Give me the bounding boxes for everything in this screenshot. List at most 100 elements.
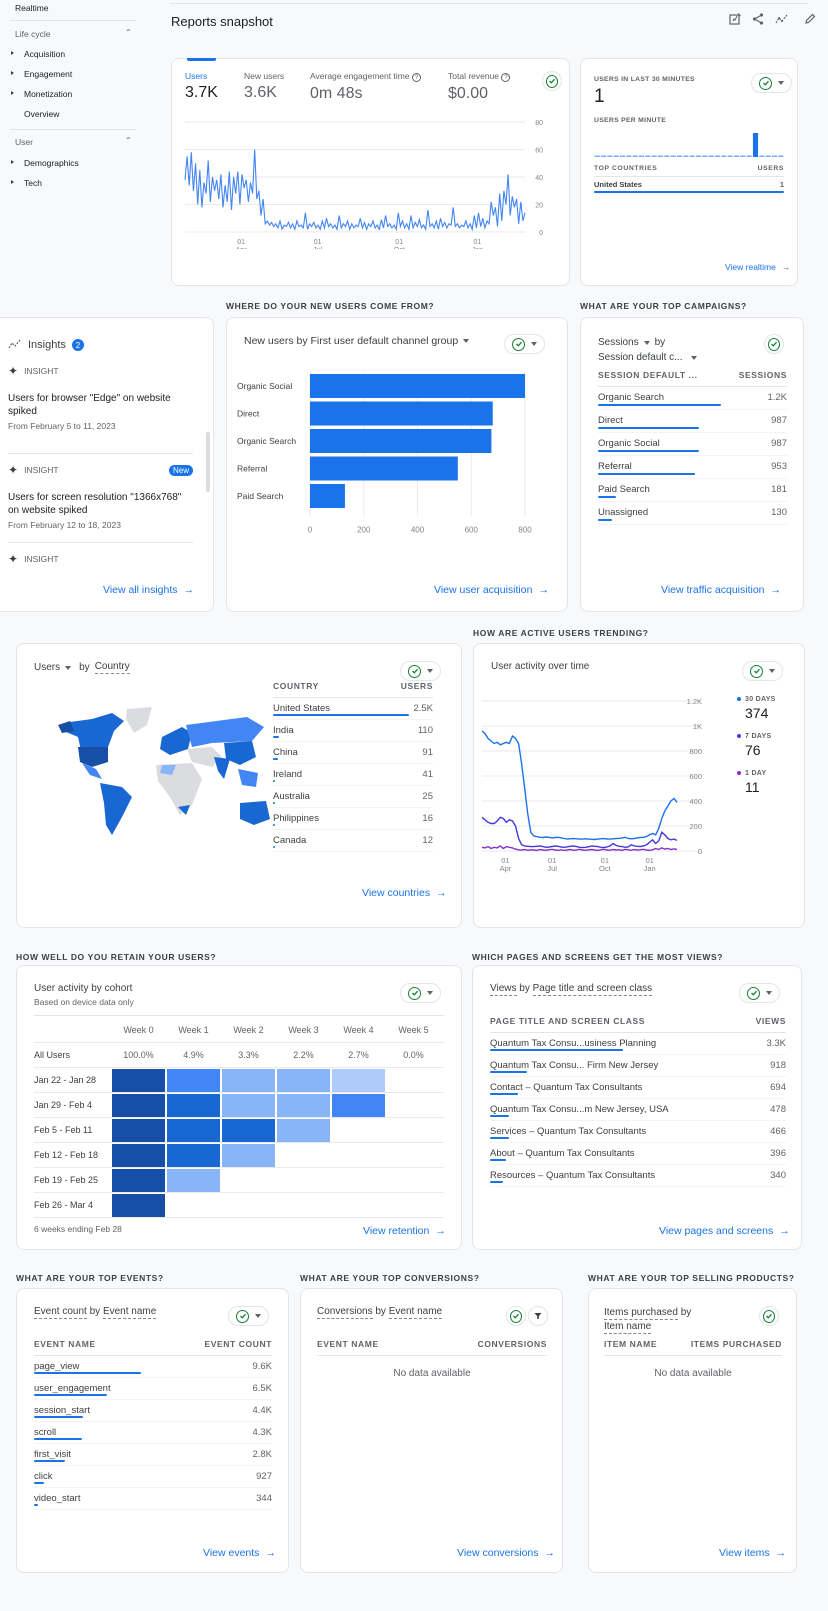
table-row[interactable]: Resources – Quantum Tax Consultants 340 — [490, 1165, 786, 1187]
insight-item[interactable]: ✦ INSIGHT — [8, 552, 59, 566]
cohort-cell[interactable] — [222, 1169, 275, 1192]
table-row[interactable]: Services – Quantum Tax Consultants 466 — [490, 1121, 786, 1143]
view-conversions-link[interactable]: View conversions → — [457, 1547, 555, 1559]
data-quality-dropdown[interactable] — [739, 983, 780, 1003]
table-row[interactable]: page_view 9.6K — [34, 1356, 272, 1378]
cohort-cell[interactable] — [222, 1068, 275, 1092]
insights-icon[interactable] — [775, 12, 789, 30]
sidebar-item-tech[interactable]: Tech — [24, 178, 42, 188]
cohort-cell[interactable] — [222, 1093, 275, 1117]
acquisition-title[interactable]: New users by First user default channel … — [244, 335, 470, 347]
cohort-cell[interactable] — [332, 1093, 385, 1117]
cohort-cell[interactable] — [112, 1168, 165, 1192]
cohort-cell[interactable] — [277, 1144, 330, 1167]
cohort-cell[interactable] — [112, 1193, 165, 1217]
cohort-row[interactable]: Jan 22 - Jan 28 — [34, 1068, 444, 1093]
table-row[interactable]: United States 2.5K — [273, 698, 433, 720]
cohort-cell[interactable] — [112, 1068, 165, 1092]
metric-total-revenue[interactable]: Total revenue ? $0.00 — [448, 71, 511, 103]
scrollbar[interactable] — [206, 432, 210, 492]
table-row[interactable]: Ireland 41 — [273, 764, 433, 786]
cohort-row[interactable]: Jan 29 - Feb 4 — [34, 1093, 444, 1118]
events-title[interactable]: Event count by Event name — [34, 1306, 157, 1319]
dimension-selector[interactable]: Page title and screen class — [532, 983, 653, 996]
table-row[interactable]: scroll 4.3K — [34, 1422, 272, 1444]
cohort-cell[interactable] — [167, 1068, 220, 1092]
view-traffic-acquisition-link[interactable]: View traffic acquisition → — [661, 584, 781, 596]
metric-selector[interactable]: Views — [490, 983, 517, 996]
pages-title[interactable]: Views by Page title and screen class — [490, 983, 653, 996]
table-row[interactable]: Quantum Tax Consu... Firm New Jersey 918 — [490, 1055, 786, 1077]
sidebar-item-monetization[interactable]: Monetization — [24, 89, 72, 99]
sidebar-item-realtime[interactable]: Realtime — [15, 3, 49, 13]
cohort-cell[interactable] — [167, 1194, 220, 1217]
data-quality-button[interactable] — [506, 1306, 526, 1326]
data-quality-dropdown[interactable] — [400, 661, 441, 681]
cohort-cell[interactable] — [222, 1143, 275, 1167]
cohort-cell[interactable] — [332, 1119, 385, 1142]
table-row[interactable]: video_start 344 — [34, 1488, 272, 1510]
dimension-selector[interactable]: Session default c... — [598, 350, 683, 365]
view-events-link[interactable]: View events → — [203, 1547, 276, 1559]
cohort-all-users-row[interactable]: All Users 100.0% 4.9% 3.3% 2.2% 2.7% 0.0% — [34, 1043, 444, 1068]
cohort-cell[interactable] — [387, 1119, 440, 1142]
chevron-up-icon[interactable]: ⌃ — [125, 136, 132, 145]
table-row[interactable]: Quantum Tax Consu...usiness Planning 3.3K — [490, 1033, 786, 1055]
table-row[interactable]: Paid Search 181 — [598, 479, 787, 502]
table-row[interactable]: Canada 12 — [273, 830, 433, 852]
cohort-cell[interactable] — [222, 1194, 275, 1217]
data-quality-dropdown[interactable] — [228, 1306, 269, 1326]
cohort-cell[interactable] — [277, 1093, 330, 1117]
data-quality-dropdown[interactable] — [751, 73, 792, 93]
cohort-row[interactable]: Feb 5 - Feb 11 — [34, 1118, 444, 1143]
cohort-cell[interactable] — [277, 1068, 330, 1092]
edit-icon[interactable] — [804, 12, 816, 30]
table-row[interactable]: About – Quantum Tax Consultants 396 — [490, 1143, 786, 1165]
table-row[interactable]: Direct 987 — [598, 410, 787, 433]
metric-avg-engagement[interactable]: Average engagement time ? 0m 48s — [310, 71, 421, 103]
share-icon[interactable] — [752, 12, 764, 30]
table-row[interactable]: Philippines 16 — [273, 808, 433, 830]
metric-selector[interactable]: Users — [34, 662, 60, 673]
sidebar-item-engagement[interactable]: Engagement — [24, 69, 72, 79]
cohort-cell[interactable] — [387, 1169, 440, 1192]
dimension-selector[interactable]: Country — [94, 661, 130, 674]
campaigns-title[interactable]: Sessions by Session default c... — [598, 335, 697, 365]
metric-selector[interactable]: Event count — [34, 1306, 87, 1319]
sidebar-group-lifecycle[interactable]: Life cycle — [15, 29, 50, 39]
cohort-cell[interactable] — [277, 1169, 330, 1192]
products-title[interactable]: Items purchased by Item name — [604, 1306, 724, 1334]
table-row[interactable]: first_visit 2.8K — [34, 1444, 272, 1466]
table-row[interactable]: Australia 25 — [273, 786, 433, 808]
data-quality-dropdown[interactable] — [742, 661, 783, 681]
cohort-cell[interactable] — [332, 1068, 385, 1092]
dimension-selector[interactable]: Item name — [604, 1321, 652, 1334]
cohort-row[interactable]: Feb 26 - Mar 4 — [34, 1193, 444, 1218]
data-quality-button[interactable] — [764, 334, 784, 354]
world-map[interactable] — [52, 707, 274, 842]
cohort-cell[interactable] — [112, 1093, 165, 1117]
cohort-cell[interactable] — [332, 1169, 385, 1192]
table-row[interactable]: click 927 — [34, 1466, 272, 1488]
sidebar-item-overview[interactable]: Overview — [24, 109, 59, 119]
cohort-cell[interactable] — [387, 1144, 440, 1167]
cohort-row[interactable]: Feb 12 - Feb 18 — [34, 1143, 444, 1168]
cohort-cell[interactable] — [332, 1194, 385, 1217]
cohort-row[interactable]: Feb 19 - Feb 25 — [34, 1168, 444, 1193]
table-row[interactable]: Contact – Quantum Tax Consultants 694 — [490, 1077, 786, 1099]
view-countries-link[interactable]: View countries → — [362, 887, 447, 899]
data-quality-button[interactable] — [542, 71, 562, 91]
cohort-cell[interactable] — [387, 1194, 440, 1217]
insight-item[interactable]: ✦ INSIGHT New Users for screen resolution … — [8, 453, 193, 530]
view-all-insights-link[interactable]: View all insights → — [103, 584, 194, 596]
data-quality-button[interactable] — [759, 1306, 779, 1326]
view-pages-link[interactable]: View pages and screens → — [659, 1225, 790, 1237]
table-row[interactable]: China 91 — [273, 742, 433, 764]
metric-new-users[interactable]: New users 3.6K — [244, 71, 284, 102]
dimension-selector[interactable]: Event name — [102, 1306, 157, 1319]
view-items-link[interactable]: View items → — [719, 1547, 786, 1559]
table-row[interactable]: user_engagement 6.5K — [34, 1378, 272, 1400]
data-quality-dropdown[interactable] — [504, 334, 545, 354]
table-row[interactable]: Unassigned 130 — [598, 502, 787, 525]
table-row[interactable]: Referral 953 — [598, 456, 787, 479]
